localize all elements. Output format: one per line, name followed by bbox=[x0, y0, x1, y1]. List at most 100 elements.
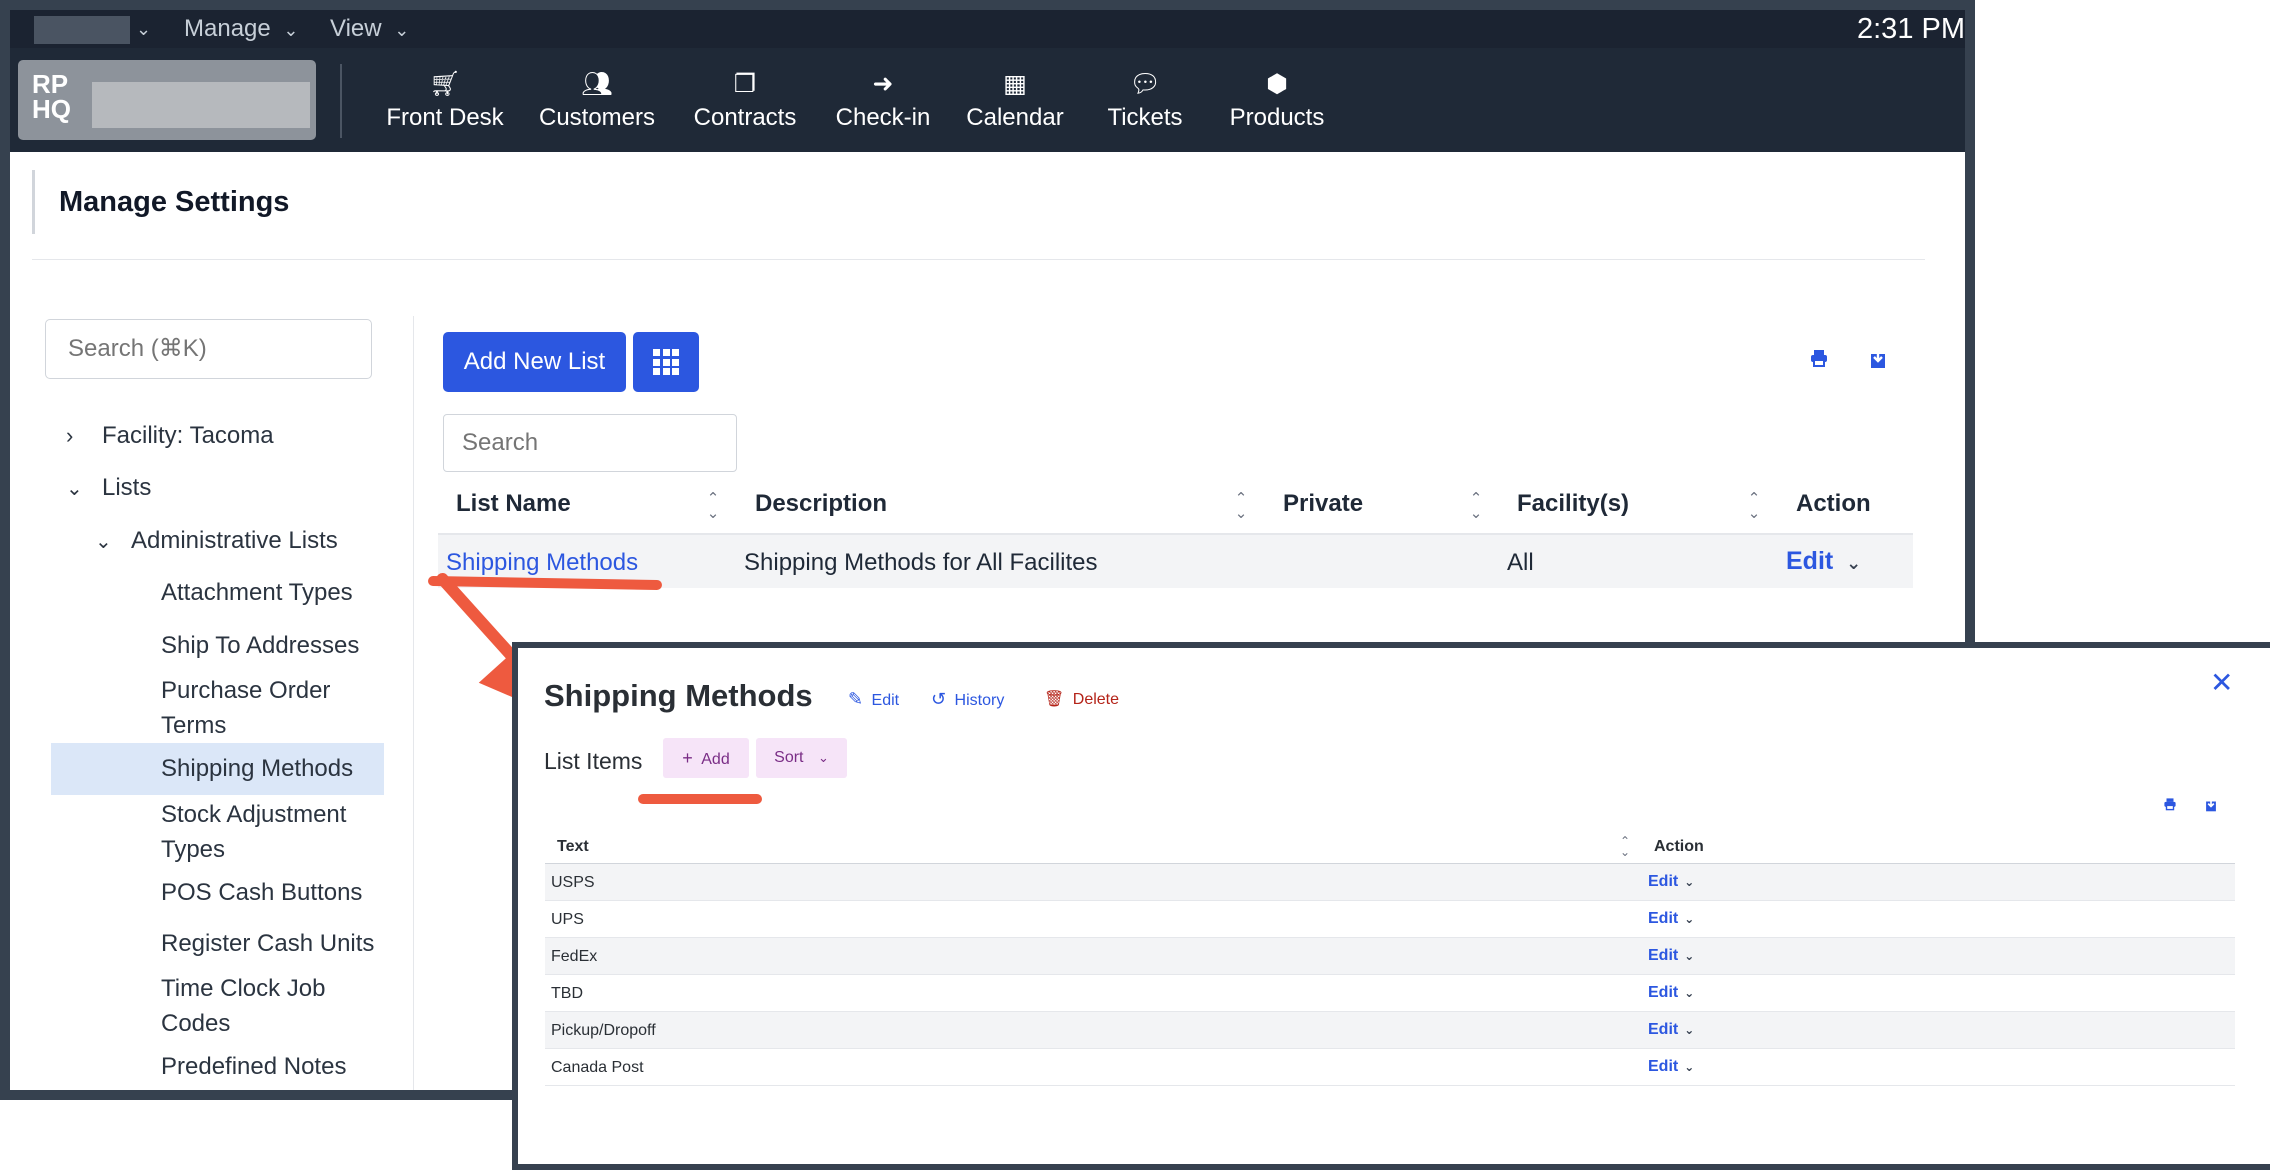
list-item-edit-dropdown[interactable]: Edit ⌄ bbox=[1648, 947, 1694, 965]
modal-delete-button[interactable]: 🗑︎ Delete bbox=[1044, 689, 1119, 709]
nav-label: Check-in bbox=[835, 104, 931, 131]
sidebar-item-label: Lists bbox=[102, 474, 152, 501]
edit-label: Edit bbox=[1648, 984, 1679, 1001]
list-items-label: List Items bbox=[544, 748, 643, 774]
history-label: History bbox=[954, 692, 1005, 709]
sort-icon[interactable]: ⌃ ⌄ bbox=[704, 491, 722, 521]
modal-close-icon[interactable]: ✕ bbox=[2210, 666, 2233, 699]
list-item-edit-dropdown[interactable]: Edit ⌄ bbox=[1648, 984, 1694, 1002]
page-title: Manage Settings bbox=[59, 186, 290, 218]
list-item-row: Pickup/Dropoff Edit ⌄ bbox=[545, 1012, 2235, 1049]
sidebar-item-register-cash-units[interactable]: Register Cash Units bbox=[161, 926, 374, 961]
list-item-text: UPS bbox=[551, 911, 584, 928]
list-item-edit-dropdown[interactable]: Edit ⌄ bbox=[1648, 1021, 1694, 1039]
list-item-text: Canada Post bbox=[551, 1059, 644, 1076]
delete-label: Delete bbox=[1072, 691, 1120, 708]
list-item-edit-dropdown[interactable]: Edit ⌄ bbox=[1648, 910, 1694, 928]
nav-products[interactable]: ⬢ Products bbox=[1202, 68, 1352, 148]
sort-icon[interactable]: ⌃ ⌄ bbox=[1232, 491, 1250, 521]
sidebar-item-predefined-notes[interactable]: Predefined Notes bbox=[161, 1049, 346, 1084]
sidebar-item-shipping-methods[interactable]: Shipping Methods bbox=[51, 743, 384, 795]
top-navbar: RP HQ 🛒︎ Front Desk 👥︎ Customers ❐ Contr… bbox=[10, 48, 1965, 152]
chevron-down-icon: ⌄ bbox=[394, 20, 410, 40]
chevron-down-icon: ⌄ bbox=[95, 531, 112, 553]
chevron-down-icon: ⌄ bbox=[817, 750, 829, 765]
sidebar-item-attachment-types[interactable]: Attachment Types bbox=[161, 575, 353, 610]
sort-icon[interactable]: ⌃ ⌄ bbox=[1745, 491, 1763, 521]
nav-label: Front Desk bbox=[386, 104, 504, 131]
box-icon: ⬢ bbox=[1266, 70, 1288, 98]
column-header-private[interactable]: Private bbox=[1283, 490, 1363, 518]
modal-history-button[interactable]: ↺ History bbox=[931, 689, 1004, 710]
list-description: Shipping Methods for All Facilites bbox=[744, 549, 1098, 576]
nav-customers[interactable]: 👥︎ Customers bbox=[522, 68, 672, 148]
comment-icon: 💬︎ bbox=[1129, 70, 1161, 98]
add-item-button[interactable]: + Add bbox=[663, 738, 749, 778]
column-header-list-name[interactable]: List Name bbox=[456, 490, 571, 518]
add-new-list-button[interactable]: Add New List bbox=[443, 332, 626, 392]
nav-tickets[interactable]: 💬︎ Tickets bbox=[1070, 68, 1220, 148]
sidebar-item-stock-adjustment-types[interactable]: Stock Adjustment Types bbox=[161, 797, 371, 867]
list-item-row: USPS Edit ⌄ bbox=[545, 864, 2235, 901]
sort-label: Sort bbox=[774, 749, 804, 766]
chevron-down-icon: ⌄ bbox=[1684, 875, 1695, 889]
nav-label: Customers bbox=[538, 104, 656, 131]
menu-view[interactable]: View ⌄ bbox=[330, 10, 409, 48]
sidebar-item-pos-cash-buttons[interactable]: POS Cash Buttons bbox=[161, 875, 362, 910]
nav-calendar[interactable]: ▦ Calendar bbox=[940, 68, 1090, 148]
list-item-row: Canada Post Edit ⌄ bbox=[545, 1049, 2235, 1086]
nav-contracts[interactable]: ❐ Contracts bbox=[670, 68, 820, 148]
sidebar-item-facility[interactable]: › Facility: Tacoma bbox=[66, 418, 274, 453]
list-item-row: FedEx Edit ⌄ bbox=[545, 938, 2235, 975]
sort-dropdown-button[interactable]: Sort ⌄ bbox=[756, 738, 847, 778]
nav-check-in[interactable]: ➜ Check-in bbox=[808, 68, 958, 148]
edit-label: Edit bbox=[1648, 1058, 1679, 1075]
page-title-accent bbox=[32, 170, 35, 234]
column-header-description[interactable]: Description bbox=[755, 490, 887, 518]
print-icon[interactable] bbox=[1809, 348, 1829, 368]
chevron-down-icon: ⌄ bbox=[1846, 553, 1862, 573]
sidebar-item-administrative-lists[interactable]: ⌄ Administrative Lists bbox=[95, 523, 338, 560]
modal-edit-button[interactable]: ✎ Edit bbox=[848, 689, 899, 710]
edit-label: Edit bbox=[1648, 1021, 1679, 1038]
list-name-link[interactable]: Shipping Methods bbox=[446, 549, 638, 577]
chevron-down-icon: ⌄ bbox=[1684, 1023, 1695, 1037]
modal-print-icon[interactable] bbox=[2163, 797, 2177, 811]
list-item-edit-dropdown[interactable]: Edit ⌄ bbox=[1648, 1058, 1694, 1076]
grid-view-button[interactable] bbox=[633, 332, 699, 392]
chevron-down-icon: ⌄ bbox=[1684, 912, 1695, 926]
app-menu-redacted[interactable] bbox=[34, 16, 130, 44]
edit-label: Edit bbox=[1786, 547, 1834, 575]
sidebar-search-input[interactable] bbox=[45, 319, 372, 379]
list-item-row: UPS Edit ⌄ bbox=[545, 901, 2235, 938]
list-item-text: TBD bbox=[551, 985, 583, 1002]
list-search-input[interactable] bbox=[443, 414, 737, 472]
sort-icon[interactable]: ⌃ ⌄ bbox=[1616, 835, 1634, 858]
list-item-edit-dropdown[interactable]: Edit ⌄ bbox=[1648, 873, 1694, 891]
modal-column-header-text[interactable]: Text bbox=[557, 838, 589, 856]
sidebar-item-purchase-order-terms[interactable]: Purchase Order Terms bbox=[161, 673, 361, 743]
calendar-icon: ▦ bbox=[1003, 70, 1027, 98]
edit-label: Edit bbox=[871, 692, 900, 709]
sidebar-item-ship-to-addresses[interactable]: Ship To Addresses bbox=[161, 628, 359, 663]
column-header-facilities[interactable]: Facility(s) bbox=[1517, 490, 1629, 518]
modal-title: Shipping Methods bbox=[544, 678, 813, 713]
history-icon: ↺ bbox=[931, 689, 947, 709]
list-item-text: USPS bbox=[551, 874, 595, 891]
sidebar-item-time-clock-job-codes[interactable]: Time Clock Job Codes bbox=[161, 971, 361, 1041]
nav-front-desk[interactable]: 🛒︎ Front Desk bbox=[370, 68, 520, 148]
sort-icon[interactable]: ⌃ ⌄ bbox=[1467, 491, 1485, 521]
edit-label: Edit bbox=[1648, 910, 1679, 927]
chevron-down-icon: ⌄ bbox=[1684, 949, 1695, 963]
app-menu-chevron-icon[interactable]: ⌄ bbox=[136, 10, 151, 48]
download-icon[interactable] bbox=[1868, 348, 1888, 370]
pencil-icon: ✎ bbox=[848, 689, 864, 709]
modal-download-icon[interactable] bbox=[2204, 797, 2218, 813]
sidebar-divider bbox=[413, 316, 414, 1090]
logo-block[interactable]: RP HQ bbox=[18, 60, 316, 140]
menu-bar: ⌄ Manage ⌄ View ⌄ 2:31 PM bbox=[10, 10, 1965, 48]
row-edit-dropdown[interactable]: Edit ⌄ bbox=[1786, 547, 1861, 576]
header-divider bbox=[32, 259, 1925, 260]
menu-manage[interactable]: Manage ⌄ bbox=[184, 10, 299, 48]
sidebar-item-lists[interactable]: ⌄ Lists bbox=[66, 470, 151, 507]
